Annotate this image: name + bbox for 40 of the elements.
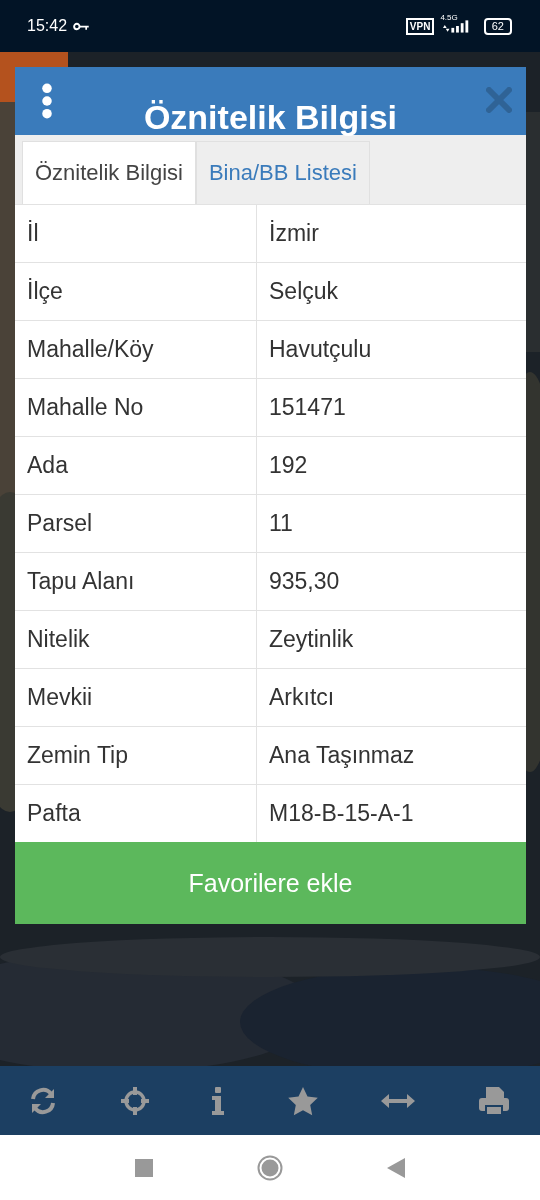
add-favorites-button[interactable]: Favorilere ekle xyxy=(15,842,526,924)
table-cell: Mahalle No xyxy=(15,379,257,436)
table-cell-text: 192 xyxy=(268,451,309,480)
table-cell-text: M18-B-15-A-1 xyxy=(268,799,415,828)
table-cell: Parsel xyxy=(15,495,257,552)
table-cell-text: Havutçulu xyxy=(268,335,373,364)
status-time: 15:42 xyxy=(27,17,68,35)
table-cell-text: Ana Taşınmaz xyxy=(268,741,416,770)
table-cell-text: Selçuk xyxy=(268,277,340,306)
refresh-icon[interactable] xyxy=(28,1085,58,1116)
home-icon[interactable] xyxy=(257,1154,283,1181)
table-cell: İlçe xyxy=(15,263,257,320)
info-icon[interactable] xyxy=(211,1085,226,1116)
tab[interactable]: Bina/BB Listesi xyxy=(195,141,370,204)
table-cell: İl xyxy=(15,205,257,262)
crosshair-icon[interactable] xyxy=(119,1085,150,1116)
table-cell-text: İzmir xyxy=(268,219,320,248)
table-cell-text: Zeytinlik xyxy=(268,625,355,654)
table-cell-text: 935,30 xyxy=(268,567,341,596)
table-cell: Ada xyxy=(15,437,257,494)
recents-icon[interactable] xyxy=(135,1158,153,1177)
table-cell: Mahalle/Köy xyxy=(15,321,257,378)
battery-icon: 62 xyxy=(483,17,512,35)
table-cell-text: 11 xyxy=(268,509,294,538)
table-cell: Mevkii xyxy=(15,669,257,726)
network-type: 4.5G xyxy=(440,13,458,22)
tab[interactable]: Öznitelik Bilgisi xyxy=(22,141,196,204)
back-icon[interactable] xyxy=(387,1157,405,1178)
key-icon xyxy=(73,21,91,31)
table-cell-text: Arkıtcı xyxy=(268,683,336,712)
menu-icon[interactable] xyxy=(41,83,53,119)
print-icon[interactable] xyxy=(477,1085,510,1116)
dialog-title: Öznitelik Bilgisi xyxy=(143,97,398,137)
table-cell: Zemin Tip xyxy=(15,727,257,784)
resize-arrows-icon[interactable] xyxy=(380,1092,417,1109)
table-cell: Tapu Alanı xyxy=(15,553,257,610)
vpn-badge: VPN xyxy=(405,17,435,35)
table-cell-text: 151471 xyxy=(268,393,347,422)
table-cell: Nitelik xyxy=(15,611,257,668)
star-icon[interactable] xyxy=(286,1085,319,1116)
